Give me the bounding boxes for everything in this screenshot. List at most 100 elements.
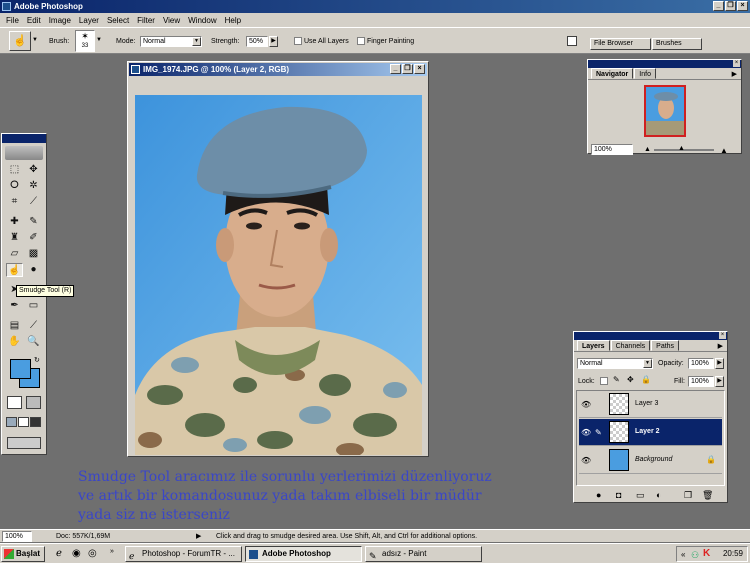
file-browser-tab[interactable]: File Browser [590,38,651,50]
pen-tool-icon[interactable]: ✒ [6,299,23,313]
tray-network-icon[interactable]: ⚇ [691,548,699,562]
blend-mode-select[interactable]: Normal ▼ [577,358,653,369]
healing-brush-tool-icon[interactable]: ✚ [6,215,23,229]
magic-wand-tool-icon[interactable]: ✲ [25,179,42,193]
opacity-arrow-icon[interactable]: ▶ [715,358,724,369]
jump-to-imageready-icon[interactable] [7,437,41,449]
move-tool-icon[interactable]: ✥ [25,163,42,177]
fill-input[interactable]: 100% [688,376,714,387]
tool-preset-arrow-icon[interactable]: ▼ [32,37,38,43]
foreground-color-swatch[interactable] [10,359,31,379]
menu-filter[interactable]: Filter [133,16,159,25]
tab-info[interactable]: Info [634,68,656,79]
minimize-button[interactable]: _ [713,1,724,11]
rectangle-tool-icon[interactable]: ▭ [25,299,42,313]
gradient-tool-icon[interactable]: ▩ [25,247,42,261]
adobe-online-icon[interactable] [5,146,43,160]
marquee-tool-icon[interactable]: ⬚ [6,163,23,177]
task-paint[interactable]: ✎ adsız - Paint [365,546,482,562]
brush-dropdown-arrow-icon[interactable]: ▼ [96,37,102,43]
layer-style-icon[interactable]: ● [596,490,601,500]
full-screen-menu-mode-icon[interactable] [18,417,29,427]
doc-close-button[interactable]: × [414,64,425,74]
status-zoom-input[interactable]: 100% [2,531,32,542]
menu-image[interactable]: Image [45,16,75,25]
navigator-title-bar[interactable]: × [588,60,741,68]
standard-screen-mode-icon[interactable] [6,417,17,427]
history-brush-tool-icon[interactable]: ✐ [25,231,42,245]
zoom-slider-thumb-icon[interactable]: ▲ [678,145,685,152]
document-title-bar[interactable]: IMG_1974.JPG @ 100% (Layer 2, RGB) _ ❐ × [129,63,427,76]
lock-transparency-icon[interactable] [600,377,608,385]
restore-button[interactable]: ❐ [725,1,736,11]
zoom-in-icon[interactable]: ▲ [720,146,728,155]
opacity-input[interactable]: 100% [688,358,714,369]
clone-stamp-tool-icon[interactable]: ♜ [6,231,23,245]
tab-channels[interactable]: Channels [610,340,651,351]
eye-icon[interactable]: 👁 [581,456,591,466]
lasso-tool-icon[interactable]: ⵔ [6,179,23,193]
layers-title-bar[interactable]: × [574,332,727,340]
navigator-menu-arrow-icon[interactable]: ▶ [732,70,737,78]
trash-icon[interactable]: 🗑 [702,490,713,501]
full-screen-mode-icon[interactable] [30,417,41,427]
dodge-tool-icon[interactable]: ● [25,263,42,277]
blend-chevron-down-icon[interactable]: ▼ [643,359,652,368]
zoom-out-icon[interactable]: ▲ [644,146,651,153]
tray-antivirus-icon[interactable]: K [703,547,710,561]
crop-tool-icon[interactable]: ⌗ [6,195,23,209]
zoom-tool-icon[interactable]: 🔍 [25,335,42,349]
brushes-tab[interactable]: Brushes [652,38,702,50]
hand-tool-icon[interactable]: ✋ [6,335,23,349]
strength-input[interactable]: 50% [246,36,268,47]
layer-mask-icon[interactable]: ◘ [616,490,621,500]
ie-icon[interactable]: ℯ [56,548,62,559]
clock[interactable]: 20:59 [723,549,743,558]
strength-arrow-icon[interactable]: ▶ [269,36,278,47]
doc-restore-button[interactable]: ❐ [402,64,413,74]
navigator-thumbnail[interactable] [644,85,686,137]
image-canvas[interactable] [135,95,422,455]
smudge-tool-icon[interactable]: ☝ [6,263,23,277]
toolbox-title-bar[interactable] [2,134,46,143]
lock-position-icon[interactable]: ✥ [627,375,634,384]
tab-layers[interactable]: Layers [577,340,610,351]
doc-minimize-button[interactable]: _ [390,64,401,74]
navigator-close-icon[interactable]: × [733,60,740,67]
finger-painting-checkbox[interactable] [357,37,365,45]
tool-preset-picker[interactable]: ☝ [9,31,31,51]
brush-picker[interactable]: ✶ 33 [75,30,95,52]
task-photoshop-forumtr[interactable]: ℯ Photoshop - ForumTR - ... [125,546,242,562]
swap-colors-icon[interactable]: ↻ [34,356,40,364]
menu-select[interactable]: Select [103,16,133,25]
close-button[interactable]: × [737,1,748,11]
media-player-icon[interactable]: ◎ [88,548,97,559]
tab-navigator[interactable]: Navigator [591,68,634,79]
new-layer-icon[interactable]: ❐ [684,490,692,501]
menu-layer[interactable]: Layer [75,16,103,25]
eraser-tool-icon[interactable]: ▱ [6,247,23,261]
eyedropper-tool-icon[interactable]: ⟋ [25,319,42,333]
mode-select[interactable]: Normal ▼ [140,36,202,47]
layer-row-selected[interactable]: 👁 ✎ Layer 2 [579,419,722,446]
eye-icon[interactable]: 👁 [581,428,591,438]
notes-tool-icon[interactable]: ▤ [6,319,23,333]
adjustment-layer-icon[interactable]: ◐ [656,490,661,500]
menu-window[interactable]: Window [184,16,220,25]
layers-close-icon[interactable]: × [719,332,726,339]
layer-row[interactable]: 👁 Background 🔒 [579,447,722,474]
status-arrow-icon[interactable]: ▶ [196,532,201,540]
use-all-layers-checkbox[interactable] [294,37,302,45]
desktop-icon[interactable]: ◉ [72,548,81,559]
task-adobe-photoshop[interactable]: Adobe Photoshop [245,546,362,562]
lock-image-icon[interactable]: ✎ [613,375,620,384]
lock-all-icon[interactable]: 🔒 [641,375,651,384]
eye-icon[interactable]: 👁 [581,400,591,410]
navigator-zoom-input[interactable]: 100% [591,144,633,155]
menu-file[interactable]: File [2,16,23,25]
layer-row[interactable]: 👁 Layer 3 [579,391,722,418]
slice-tool-icon[interactable]: ⟋ [25,195,42,209]
start-button[interactable]: Başlat [1,546,45,562]
mode-chevron-down-icon[interactable]: ▼ [192,37,201,46]
menu-edit[interactable]: Edit [23,16,45,25]
